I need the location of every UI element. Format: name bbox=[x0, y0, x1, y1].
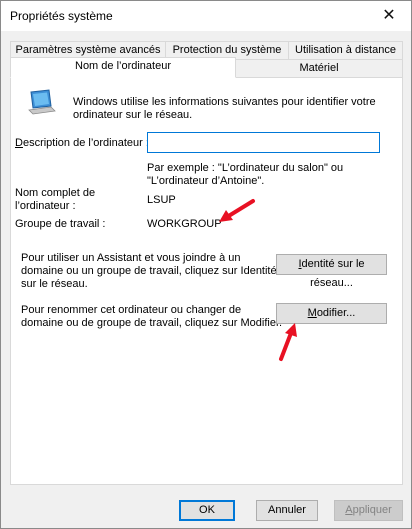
red-arrow-annotation bbox=[219, 199, 255, 222]
system-properties-window: Propriétés système ✕ Paramètres système … bbox=[0, 0, 412, 529]
description-label-accel: D bbox=[15, 137, 23, 149]
tab-remote[interactable]: Utilisation à distance bbox=[288, 41, 403, 60]
description-label-rest: escription de l’ordinateur : bbox=[22, 137, 149, 149]
window-title: Propriétés système bbox=[10, 9, 113, 23]
network-id-button[interactable]: Identité sur le réseau... bbox=[276, 254, 387, 289]
title-bar: Propriétés système ✕ bbox=[1, 1, 411, 31]
example-line1: Par exemple : "L’ordinateur du salon" ou bbox=[147, 162, 344, 174]
description-label: Description de l’ordinateur : bbox=[15, 137, 149, 150]
workgroup-label: Groupe de travail : bbox=[15, 218, 106, 230]
modify-button-accel: M bbox=[307, 307, 317, 319]
fullname-label-line2: l’ordinateur : bbox=[15, 200, 76, 212]
fullname-value: LSUP bbox=[147, 194, 176, 206]
example-line2: "L’ordinateur d’Antoine". bbox=[147, 175, 265, 187]
network-text-line1: Pour utiliser un Assistant et vous joind… bbox=[21, 252, 241, 264]
workgroup-value: WORKGROUP bbox=[147, 218, 222, 230]
description-input[interactable] bbox=[147, 132, 380, 153]
network-text-line3: sur le réseau. bbox=[21, 278, 88, 290]
red-arrow-annotation bbox=[279, 323, 297, 361]
rename-text-line1: Pour renommer cet ordinateur ou changer … bbox=[21, 304, 242, 316]
apply-button[interactable]: Appliquer bbox=[334, 500, 403, 521]
cancel-button[interactable]: Annuler bbox=[256, 500, 318, 521]
tab-computer-name[interactable]: Nom de l’ordinateur bbox=[10, 57, 236, 78]
network-text-line2: domaine ou un groupe de travail, cliquez… bbox=[21, 265, 277, 277]
modify-button-label: odifier... bbox=[316, 307, 356, 319]
intro-text-line1: Windows utilise les informations suivant… bbox=[73, 96, 376, 108]
ok-button[interactable]: OK bbox=[179, 500, 235, 521]
rename-text-line2: domaine ou de groupe de travail, cliquez… bbox=[21, 317, 283, 329]
computer-icon bbox=[28, 89, 56, 115]
close-icon[interactable]: ✕ bbox=[377, 4, 401, 28]
fullname-label-line1: Nom complet de bbox=[15, 187, 96, 199]
tab-hardware[interactable]: Matériel bbox=[235, 59, 403, 78]
intro-text-line2: ordinateur sur le réseau. bbox=[73, 109, 193, 121]
apply-button-accel: A bbox=[345, 504, 353, 516]
apply-button-label: ppliquer bbox=[352, 504, 392, 516]
